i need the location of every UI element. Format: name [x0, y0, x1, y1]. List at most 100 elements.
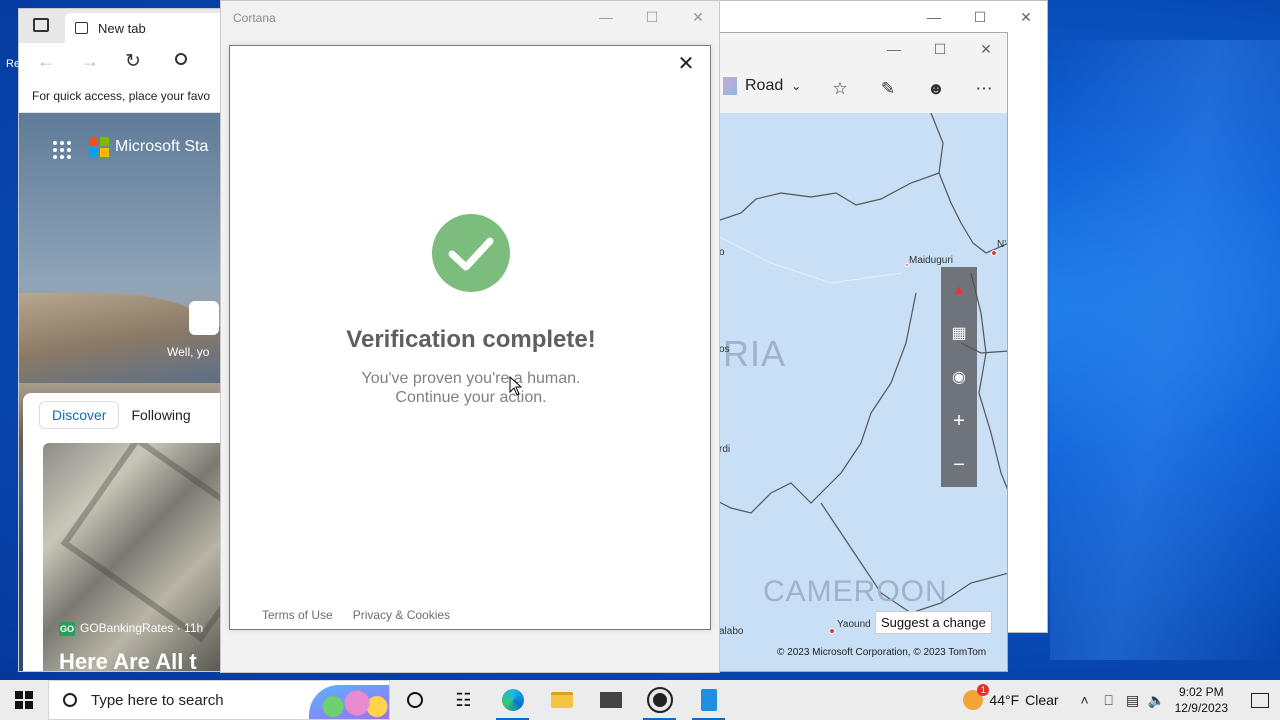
map-style-label: Road	[745, 77, 784, 94]
compass-icon[interactable]: ▲	[941, 267, 977, 311]
zoom-in-icon[interactable]: +	[941, 399, 977, 443]
clock-date: 12/9/2023	[1174, 701, 1228, 715]
suggest-change-button[interactable]: Suggest a change	[875, 611, 992, 634]
system-tray: 1 44°F Clear ˄ ⎕ ▤ 🔈 9:02 PM 12/9/2023	[963, 680, 1280, 720]
map-layers-icon[interactable]: ▦	[941, 311, 977, 355]
show-hidden-icons-chevron-icon[interactable]: ˄	[1073, 692, 1097, 708]
new-tab-page-icon	[75, 22, 88, 34]
maps-close-button[interactable]: ✕	[963, 33, 1007, 65]
map-label-yaounde: Yaound	[837, 619, 871, 630]
map-label-malabo: alabo	[719, 626, 744, 637]
news-card-image[interactable]	[43, 443, 227, 671]
new-tab-background: Microsoft Sta Well, yo Discover Followin…	[19, 113, 227, 671]
volume-muted-icon[interactable]: 🔈	[1145, 692, 1169, 709]
task-view-icon[interactable]: ☷	[439, 680, 488, 720]
zoom-out-icon[interactable]: −	[941, 443, 977, 487]
forward-arrow-icon[interactable]: →	[81, 51, 99, 72]
cortana-maximize-button[interactable]: ☐	[629, 1, 675, 33]
search-icon[interactable]	[175, 53, 187, 65]
verification-line-2: Continue your action.	[395, 389, 547, 406]
hero-caption: Well, yo	[167, 345, 210, 359]
brand-label: Microsoft Sta	[115, 138, 209, 155]
search-icon	[63, 693, 77, 707]
tab-discover[interactable]: Discover	[39, 401, 120, 429]
edge-browser-icon[interactable]	[488, 680, 537, 720]
minimize-button[interactable]: —	[911, 1, 957, 33]
file-explorer-icon[interactable]	[537, 680, 586, 720]
maps-title-bar: — ☐ ✕	[711, 33, 1007, 67]
maps-toolbar: Road ⌄ ☆ ✎ ☻ ⋯	[711, 67, 1007, 113]
maps-minimize-button[interactable]: —	[871, 33, 917, 65]
weather-condition: Clear	[1025, 692, 1059, 708]
ink-pen-icon[interactable]: ✎	[877, 79, 899, 101]
terms-of-use-link[interactable]: Terms of Use	[262, 608, 333, 622]
news-title[interactable]: Here Are All t	[59, 649, 197, 671]
weather-widget[interactable]: 1 44°F Clear	[963, 684, 1059, 710]
meet-now-icon[interactable]: ⎕	[1097, 692, 1121, 709]
tab-actions-icon[interactable]	[33, 18, 49, 32]
city-marker	[905, 263, 909, 267]
close-icon[interactable]: ✕	[676, 54, 696, 74]
start-button[interactable]	[0, 680, 48, 720]
verification-message: You've proven you're a human. Continue y…	[230, 369, 712, 407]
maps-app-icon[interactable]	[684, 680, 733, 720]
edge-browser-window: New tab ← → ↻ For quick access, place yo…	[18, 8, 228, 672]
locate-me-icon[interactable]: ◉	[941, 355, 977, 399]
window-title: Cortana	[233, 11, 276, 25]
taskbar-search-box[interactable]: Type here to search	[48, 680, 390, 720]
refresh-icon[interactable]: ↻	[125, 50, 141, 73]
tab-following[interactable]: Following	[125, 401, 196, 429]
weather-sun-icon: 1	[963, 684, 990, 710]
footer-links: Terms of Use Privacy & Cookies	[262, 608, 450, 622]
search-placeholder: Type here to search	[91, 691, 224, 709]
verification-dialog: ✕ Verification complete! You've proven y…	[229, 45, 711, 630]
more-options-icon[interactable]: ⋯	[973, 79, 995, 101]
notification-center-icon[interactable]	[1240, 692, 1280, 708]
cortana-app-icon[interactable]	[635, 680, 684, 720]
close-button[interactable]: ✕	[1003, 1, 1049, 33]
maximize-button[interactable]: ☐	[957, 1, 1003, 33]
search-highlight-art	[309, 685, 389, 719]
microsoft-start-brand[interactable]: Microsoft Sta	[89, 137, 208, 157]
maps-window: — ☐ ✕ Road ⌄ ☆ ✎ ☻ ⋯ Maiduguri N' o RIA …	[710, 32, 1008, 672]
maps-maximize-button[interactable]: ☐	[917, 33, 963, 65]
map-label-maiduguri: Maiduguri	[909, 255, 953, 266]
browser-toolbar: ← → ↻	[19, 43, 227, 81]
map-label-rdi: rdi	[719, 444, 731, 455]
mail-icon[interactable]	[586, 680, 635, 720]
back-arrow-icon[interactable]: ←	[37, 51, 55, 72]
chevron-down-icon: ⌄	[791, 79, 802, 93]
news-feed: Discover Following GO GOBankingRates · 11…	[23, 393, 227, 671]
network-icon[interactable]: ▤	[1121, 692, 1145, 709]
map-style-dropdown[interactable]: Road ⌄	[723, 77, 801, 95]
verification-line-1: You've proven you're a human.	[361, 370, 581, 387]
city-marker	[991, 250, 997, 256]
map-label-os: os	[719, 344, 730, 355]
map-label-nigeria: RIA	[723, 333, 787, 374]
cortana-close-button[interactable]: ✕	[675, 1, 721, 33]
cortana-circle-icon[interactable]	[390, 680, 439, 720]
map-label-n: N'	[997, 239, 1007, 250]
taskbar: Type here to search ☷ 1 44°F Clear ˄ ⎕ ▤…	[0, 680, 1280, 720]
desktop-light-beam	[1050, 40, 1280, 660]
tab-new-tab[interactable]: New tab	[65, 13, 227, 43]
source-logo-icon: GO	[59, 622, 75, 636]
favorites-bar-hint: For quick access, place your favo	[19, 81, 227, 113]
mouse-pointer-icon	[509, 376, 523, 396]
weather-badge: 1	[977, 684, 990, 696]
feed-tabs: Discover Following	[23, 393, 227, 429]
cortana-minimize-button[interactable]: —	[583, 1, 629, 33]
map-controls: ▲ ▦ ◉ + −	[941, 267, 977, 487]
privacy-cookies-link[interactable]: Privacy & Cookies	[353, 608, 450, 622]
map-label-cameroon: CAMEROON	[763, 575, 948, 608]
windows-logo-icon	[15, 691, 33, 709]
tab-bar: New tab	[19, 9, 227, 43]
success-check-icon	[432, 214, 510, 292]
microsoft-logo-icon	[89, 137, 109, 157]
map-canvas[interactable]: Maiduguri N' o RIA os rdi CAMEROON Yaoun…	[711, 113, 1007, 671]
account-icon[interactable]: ☻	[925, 79, 947, 101]
favorites-icon[interactable]: ☆	[829, 79, 851, 101]
clock[interactable]: 9:02 PM 12/9/2023	[1175, 684, 1228, 716]
hero-info-card[interactable]	[189, 301, 219, 335]
app-launcher-icon[interactable]	[53, 141, 71, 159]
